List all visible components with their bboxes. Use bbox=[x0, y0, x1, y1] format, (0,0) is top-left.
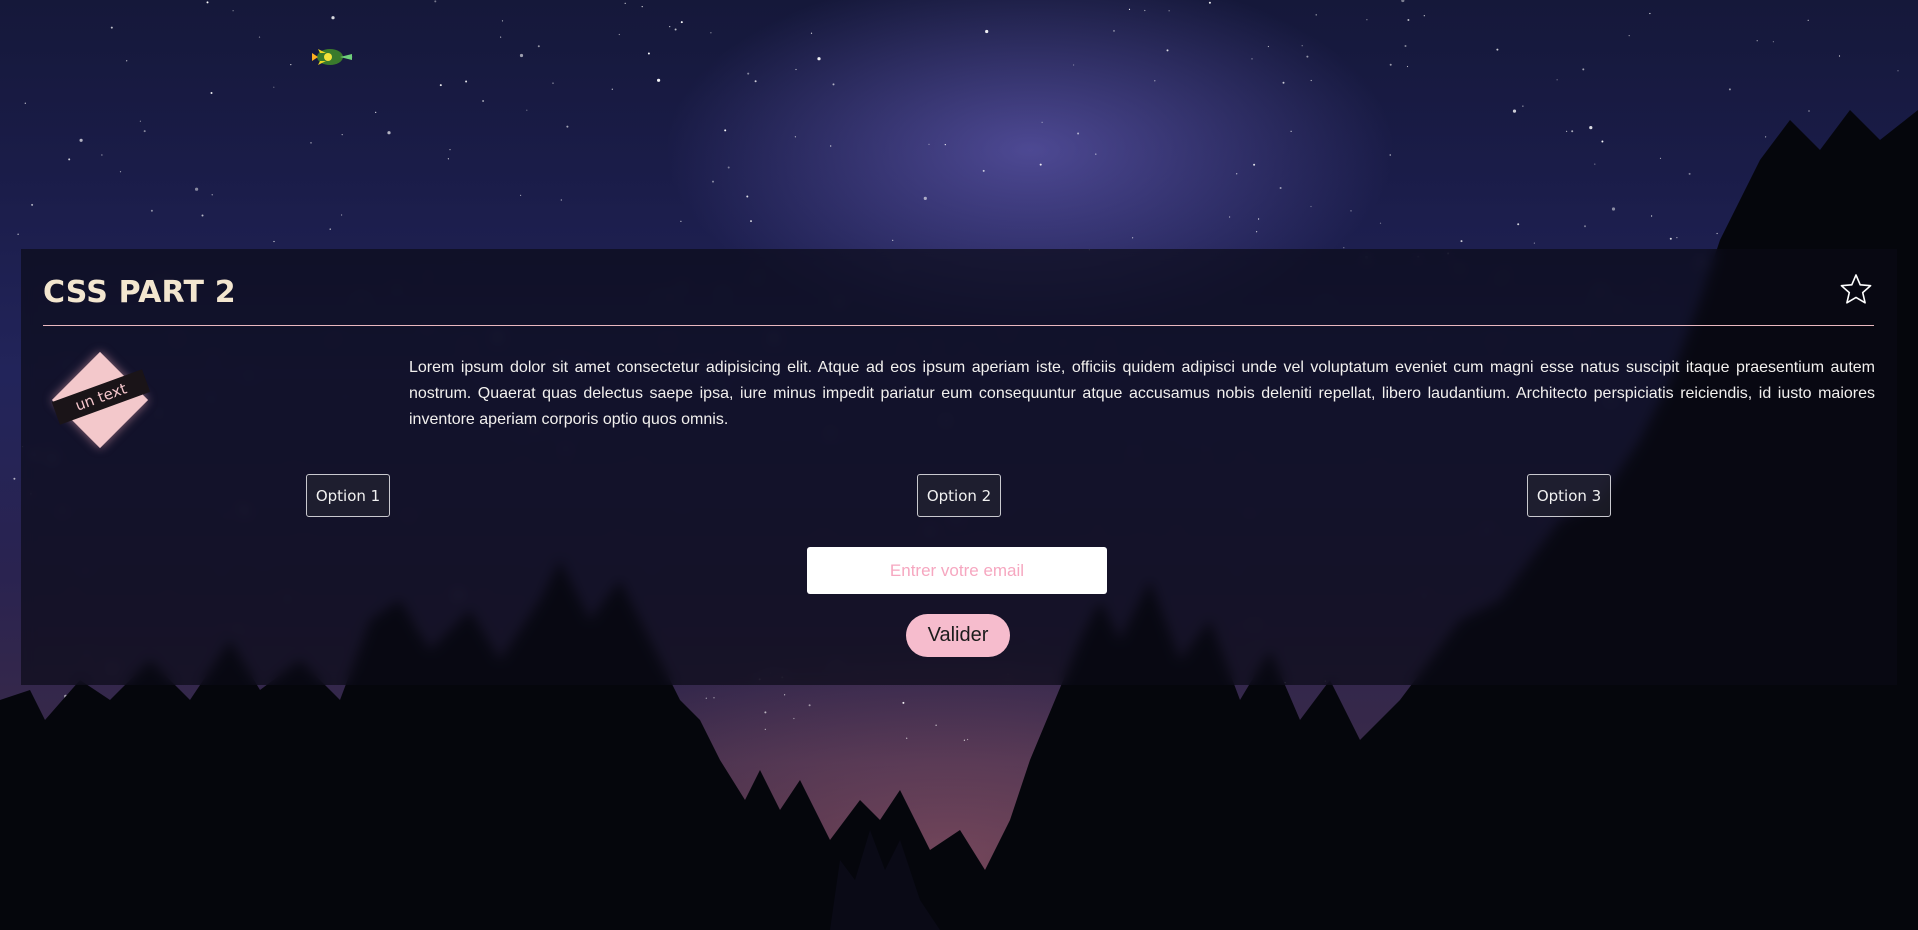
page-title: CSS PART 2 bbox=[43, 275, 236, 310]
rocket-icon bbox=[312, 49, 352, 65]
valider-button[interactable]: Valider bbox=[906, 614, 1010, 657]
option-2-button[interactable]: Option 2 bbox=[917, 474, 1001, 517]
option-1-button[interactable]: Option 1 bbox=[306, 474, 390, 517]
lorem-paragraph: Lorem ipsum dolor sit amet consectetur a… bbox=[409, 359, 1875, 428]
star-icon[interactable] bbox=[1838, 271, 1874, 307]
email-input[interactable] bbox=[807, 547, 1107, 594]
diamond-badge: un text bbox=[45, 345, 155, 455]
option-3-button[interactable]: Option 3 bbox=[1527, 474, 1611, 517]
content-panel: CSS PART 2 un text Lorem ipsum dolor sit… bbox=[21, 249, 1897, 685]
panel-header: CSS PART 2 bbox=[43, 271, 1874, 326]
